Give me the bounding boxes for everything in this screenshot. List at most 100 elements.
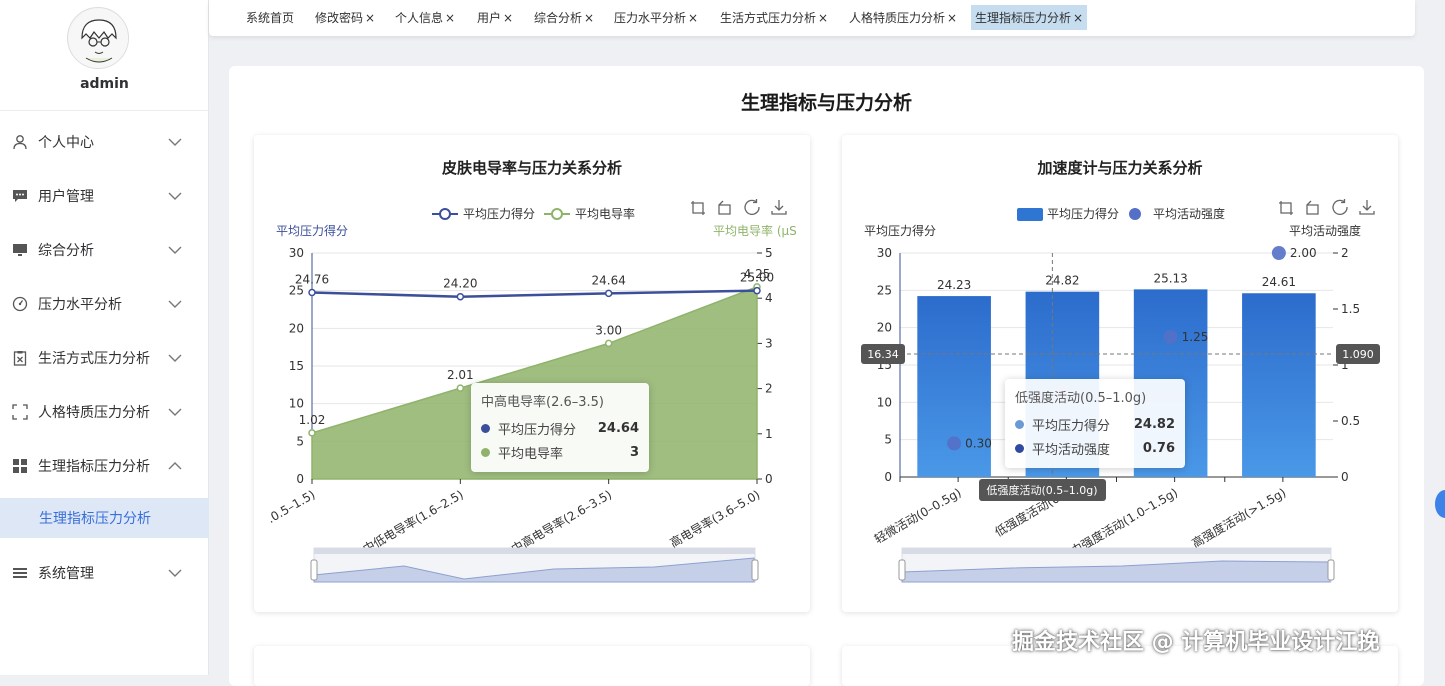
line-point — [456, 292, 465, 301]
sidebar-item-6[interactable]: 人格特质压力分析 — [0, 392, 209, 432]
area-point — [456, 384, 465, 392]
chevron-up-icon — [165, 462, 185, 470]
tab-7[interactable]: 生活方式压力分析 × — [716, 5, 832, 30]
gauge-icon — [12, 296, 28, 312]
sidebar-item-label: 综合分析 — [38, 243, 94, 259]
username: admin — [80, 76, 129, 92]
tab-3[interactable]: 个人信息 × — [391, 5, 459, 30]
y-left-axis-label: 平均压力得分 — [276, 223, 348, 238]
x-tick-label: 中高电导率(2.6–3.5) — [508, 487, 614, 557]
sidebar-item-label: 生活方式压力分析 — [38, 351, 150, 367]
restore-icon[interactable] — [744, 199, 760, 215]
tab-4[interactable]: 用户 × — [473, 5, 517, 30]
x-tick-label: 高电导率(3.6–5.0) — [667, 487, 762, 551]
crosshair-x-label: 低强度活动(0.5–1.0g) — [986, 483, 1097, 497]
tab-8[interactable]: 人格特质压力分析 × — [845, 5, 961, 30]
sidebar-item-3[interactable]: 综合分析 — [0, 230, 209, 270]
zoom-icon[interactable] — [1279, 201, 1293, 215]
tab-1[interactable]: 系统首页 — [242, 5, 298, 30]
close-icon[interactable]: × — [947, 11, 957, 25]
datazoom-handle-left[interactable] — [898, 559, 906, 581]
download-icon[interactable] — [771, 200, 787, 215]
sidebar-item-1[interactable]: 个人中心 — [0, 122, 209, 162]
data-label: 25.00 — [740, 271, 774, 285]
sidebar-item-8[interactable]: 系统管理 — [0, 553, 209, 593]
chat-icon — [12, 188, 28, 204]
tooltip-row: 平均压力得分 24.82 — [1015, 412, 1175, 436]
data-label: 24.61 — [1262, 275, 1296, 289]
datazoom-handle-left[interactable] — [310, 559, 318, 581]
data-label: 24.82 — [1045, 274, 1079, 288]
x-tick-label: .0.5–1.5) — [265, 487, 318, 525]
y-right-tick-label: 2 — [1341, 246, 1349, 260]
tooltip-title: 中高电导率(2.6–3.5) — [481, 395, 604, 410]
close-icon[interactable]: × — [688, 11, 698, 25]
sidebar-item-label: 生理指标压力分析 — [38, 459, 150, 475]
y-right-tick-label: 0 — [765, 472, 773, 486]
tooltip-series-value: 3 — [629, 444, 639, 460]
sidebar-item-label: 压力水平分析 — [38, 297, 122, 313]
tooltip-row: 平均活动强度 0.76 — [1015, 436, 1175, 460]
sidebar-divider — [0, 110, 209, 111]
close-icon[interactable]: × — [445, 11, 455, 25]
sidebar-item-label: 个人中心 — [38, 135, 94, 151]
datazoom-handle-right[interactable] — [751, 559, 759, 581]
close-icon[interactable]: × — [503, 11, 513, 25]
tab-bar: 系统首页 修改密码 × 个人信息 × 用户 × 综合分析 × 压力水平分析 × 生活方式压力分析 × 人格… — [209, 0, 1415, 36]
user-icon — [12, 134, 28, 150]
tooltip-row: 平均电导率 3 — [481, 440, 639, 464]
close-icon[interactable]: × — [818, 11, 828, 25]
series-dot — [481, 423, 490, 433]
chart-tooltip: 低强度活动(0.5–1.0g) 平均压力得分 24.82 平均活动强度 0.76 — [1005, 379, 1185, 468]
y-left-tick-label: 30 — [877, 246, 892, 260]
chevron-down-icon — [165, 192, 185, 200]
close-icon[interactable]: × — [365, 11, 375, 25]
sidebar-item-7[interactable]: 生理指标压力分析 — [0, 446, 209, 486]
tab-9[interactable]: 生理指标压力分析 × — [971, 5, 1088, 30]
zoom-reset-icon[interactable] — [1306, 200, 1319, 215]
datazoom-handle-right[interactable] — [1327, 559, 1335, 581]
data-label: 24.23 — [937, 278, 971, 292]
x-tick-label: 轻微活动(0–0.5g) — [872, 485, 964, 546]
scatter-point — [1163, 330, 1178, 344]
line-point — [308, 288, 316, 297]
tab-5[interactable]: 综合分析 × — [530, 5, 598, 30]
chevron-down-icon — [165, 569, 185, 577]
x-tick-label: 高强度活动(>1.5g) — [1189, 485, 1288, 551]
y-right-tick-label: 4 — [765, 291, 773, 305]
legend-label: 平均活动强度 — [1153, 206, 1225, 221]
tab-6[interactable]: 压力水平分析 × — [610, 5, 702, 30]
sidebar-item-4[interactable]: 压力水平分析 — [0, 284, 209, 324]
restore-icon[interactable] — [1332, 199, 1348, 215]
y-right-axis-label: 平均电导率 (μS — [713, 223, 797, 238]
bar — [1242, 293, 1316, 477]
monitor-icon — [12, 242, 28, 258]
tooltip-row: 平均压力得分 24.64 — [481, 416, 639, 440]
avatar[interactable] — [67, 7, 129, 69]
sidebar-item-label: 系统管理 — [38, 566, 94, 582]
tab-label: 系统首页 — [246, 11, 295, 25]
chart-tooltip: 中高电导率(2.6–3.5) 平均压力得分 24.64 平均电导率 3 — [471, 383, 649, 472]
sidebar-item-5[interactable]: 生活方式压力分析 — [0, 338, 209, 378]
series-line-stress — [311, 289, 758, 298]
tab-label: 综合分析 — [534, 11, 583, 25]
close-icon[interactable]: × — [1073, 11, 1083, 25]
tab-label: 用户 — [477, 11, 502, 25]
y-right-tick-label: 0.5 — [1341, 414, 1360, 428]
close-icon[interactable]: × — [584, 11, 594, 25]
download-icon[interactable] — [1359, 200, 1375, 215]
floating-action-button[interactable] — [1435, 490, 1445, 518]
data-label: 24.20 — [443, 277, 477, 291]
crosshair-left-label: 16.34 — [867, 348, 899, 361]
submenu-item-physio-stress[interactable]: 生理指标压力分析 — [0, 498, 209, 538]
sidebar-item-2[interactable]: 用户管理 — [0, 176, 209, 216]
zoom-reset-icon[interactable] — [718, 200, 731, 215]
zoom-icon[interactable] — [691, 201, 705, 215]
line-point — [604, 289, 613, 298]
x-tick-label: 中低电导率(1.6–2.5) — [360, 487, 466, 557]
tab-label: 个人信息 — [395, 11, 444, 25]
area-point — [604, 339, 613, 348]
y-left-tick-label: 5 — [296, 434, 304, 448]
tab-2[interactable]: 修改密码 × — [311, 5, 379, 30]
y-left-tick-label: 25 — [877, 283, 892, 297]
